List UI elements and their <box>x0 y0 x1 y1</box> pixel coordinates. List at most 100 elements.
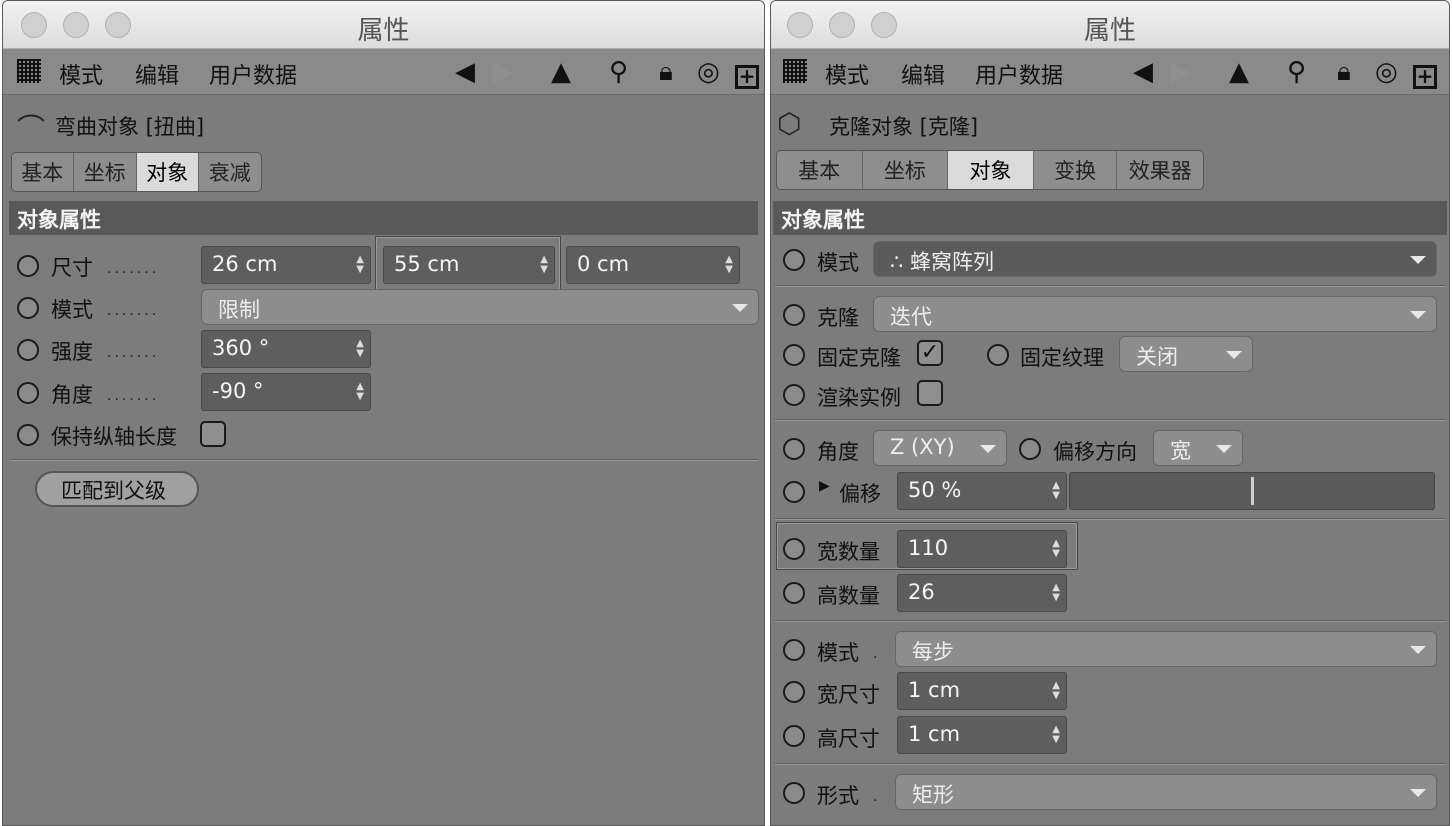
dot-leader: . <box>873 646 881 662</box>
stepper-icon[interactable]: ▲ ▼ <box>356 382 364 402</box>
clone-dropdown[interactable]: 迭代 <box>873 296 1437 332</box>
fix-clone-checkbox[interactable]: ✓ <box>917 340 943 366</box>
fix-texture-dropdown[interactable]: 关闭 <box>1119 336 1253 372</box>
tab-basic[interactable]: 基本 <box>777 151 863 189</box>
forward-arrow-icon[interactable]: ▶ <box>1171 57 1191 87</box>
height-count-label: 高数量 <box>817 584 880 608</box>
mode-keyframe-radio[interactable] <box>17 297 39 319</box>
back-arrow-icon[interactable]: ◀ <box>1133 57 1153 87</box>
tab-basic[interactable]: 基本 <box>12 153 74 191</box>
divider <box>775 518 1445 520</box>
divider <box>775 763 1445 765</box>
title-bar[interactable]: 属性 <box>771 1 1449 49</box>
strength-field[interactable]: 360 ° ▲ ▼ <box>201 330 371 368</box>
offset-slider[interactable] <box>1069 472 1435 510</box>
stepper-icon[interactable]: ▲ ▼ <box>725 255 733 275</box>
cloner-mode-dropdown[interactable]: ∴ 蜂窝阵列 <box>873 241 1437 277</box>
size-y-field[interactable]: 55 cm ▲ ▼ <box>383 246 555 284</box>
new-panel-icon[interactable]: + <box>1413 60 1437 90</box>
up-arrow-icon[interactable]: ▲ <box>1229 57 1249 87</box>
stepper-icon[interactable]: ▲ ▼ <box>540 255 548 275</box>
fix-texture-keyframe-radio[interactable] <box>987 344 1009 366</box>
stepper-icon[interactable]: ▲ ▼ <box>1052 481 1060 501</box>
menu-mode[interactable]: 模式 <box>59 58 103 90</box>
chevron-down-icon <box>1410 789 1426 797</box>
width-size-keyframe-radio[interactable] <box>783 681 805 703</box>
grid-menu-icon[interactable] <box>17 59 41 83</box>
stepper-icon[interactable]: ▲ ▼ <box>1052 539 1060 559</box>
offset-label: 偏移 <box>839 482 881 506</box>
target-icon[interactable]: ◎ <box>1375 57 1398 87</box>
dot-leader: ....... <box>107 345 160 361</box>
width-size-field[interactable]: 1 cm ▲ ▼ <box>897 672 1067 710</box>
height-size-field[interactable]: 1 cm ▲ ▼ <box>897 716 1067 754</box>
size-keyframe-radio[interactable] <box>17 255 39 277</box>
angle-field[interactable]: -90 ° ▲ ▼ <box>201 373 371 411</box>
fit-to-parent-button[interactable]: 匹配到父级 <box>35 471 199 507</box>
tab-falloff[interactable]: 衰减 <box>199 153 261 191</box>
angle-keyframe-radio[interactable] <box>17 382 39 404</box>
back-arrow-icon[interactable]: ◀ <box>455 57 475 87</box>
offset-direction-dropdown[interactable]: 宽 <box>1153 430 1243 466</box>
new-panel-icon[interactable]: + <box>735 60 759 90</box>
height-count-keyframe-radio[interactable] <box>783 582 805 604</box>
menu-mode[interactable]: 模式 <box>825 58 869 90</box>
slider-handle[interactable] <box>1251 477 1254 505</box>
stepper-icon[interactable]: ▲ ▼ <box>1052 725 1060 745</box>
strength-keyframe-radio[interactable] <box>17 339 39 361</box>
lock-icon[interactable]: 🔒︎ <box>1337 57 1351 87</box>
height-size-keyframe-radio[interactable] <box>783 725 805 747</box>
menu-edit[interactable]: 编辑 <box>901 58 945 90</box>
tab-coordinates[interactable]: 坐标 <box>74 153 137 191</box>
mode-dropdown[interactable]: 限制 <box>201 289 759 325</box>
height-count-field[interactable]: 26 ▲ ▼ <box>897 574 1067 612</box>
dot-leader: ....... <box>107 261 160 277</box>
expand-triangle-icon[interactable]: ▶ <box>819 478 830 494</box>
offset-field[interactable]: 50 % ▲ ▼ <box>897 472 1067 510</box>
tab-object[interactable]: 对象 <box>948 151 1034 189</box>
tab-effectors[interactable]: 效果器 <box>1117 151 1203 189</box>
size-mode-dropdown[interactable]: 每步 <box>895 631 1437 667</box>
size-x-field[interactable]: 26 cm ▲ ▼ <box>201 246 371 284</box>
fix-clone-keyframe-radio[interactable] <box>783 344 805 366</box>
title-bar[interactable]: 属性 <box>3 1 764 49</box>
offset-keyframe-radio[interactable] <box>783 481 805 503</box>
menu-user-data[interactable]: 用户数据 <box>209 58 297 90</box>
window-title: 属性 <box>357 16 410 46</box>
search-icon[interactable]: ⚲ <box>1287 57 1306 87</box>
dot-leader: ....... <box>107 303 160 319</box>
form-dropdown[interactable]: 矩形 <box>895 774 1437 810</box>
search-icon[interactable]: ⚲ <box>609 57 628 87</box>
mode-label: 模式 <box>817 251 859 275</box>
clone-keyframe-radio[interactable] <box>783 304 805 326</box>
angle-dropdown[interactable]: Z (XY) <box>873 430 1007 466</box>
stepper-icon[interactable]: ▲ ▼ <box>356 339 364 359</box>
tab-transform[interactable]: 变换 <box>1034 151 1118 189</box>
size-mode-keyframe-radio[interactable] <box>783 639 805 661</box>
width-count-field[interactable]: 110 ▲ ▼ <box>897 530 1067 568</box>
menu-edit[interactable]: 编辑 <box>135 58 179 90</box>
form-keyframe-radio[interactable] <box>783 782 805 804</box>
stepper-icon[interactable]: ▲ ▼ <box>356 255 364 275</box>
tab-object[interactable]: 对象 <box>137 153 199 191</box>
menu-user-data[interactable]: 用户数据 <box>975 58 1063 90</box>
render-instance-keyframe-radio[interactable] <box>783 384 805 406</box>
render-instance-checkbox[interactable] <box>917 380 943 406</box>
stepper-icon[interactable]: ▲ ▼ <box>1052 583 1060 603</box>
mode-keyframe-radio[interactable] <box>783 249 805 271</box>
divider <box>775 419 1445 421</box>
angle-keyframe-radio[interactable] <box>783 438 805 460</box>
lock-icon[interactable]: 🔒︎ <box>659 57 673 87</box>
forward-arrow-icon[interactable]: ▶ <box>493 57 513 87</box>
keep-length-checkbox[interactable] <box>200 421 226 447</box>
keep-length-keyframe-radio[interactable] <box>17 424 39 446</box>
grid-menu-icon[interactable] <box>783 59 807 83</box>
offset-direction-keyframe-radio[interactable] <box>1019 438 1041 460</box>
width-count-keyframe-radio[interactable] <box>783 538 805 560</box>
tab-bar: 基本 坐标 对象 衰减 <box>11 152 262 192</box>
up-arrow-icon[interactable]: ▲ <box>551 57 571 87</box>
size-z-field[interactable]: 0 cm ▲ ▼ <box>566 246 740 284</box>
tab-coordinates[interactable]: 坐标 <box>863 151 949 189</box>
target-icon[interactable]: ◎ <box>697 57 720 87</box>
stepper-icon[interactable]: ▲ ▼ <box>1052 681 1060 701</box>
